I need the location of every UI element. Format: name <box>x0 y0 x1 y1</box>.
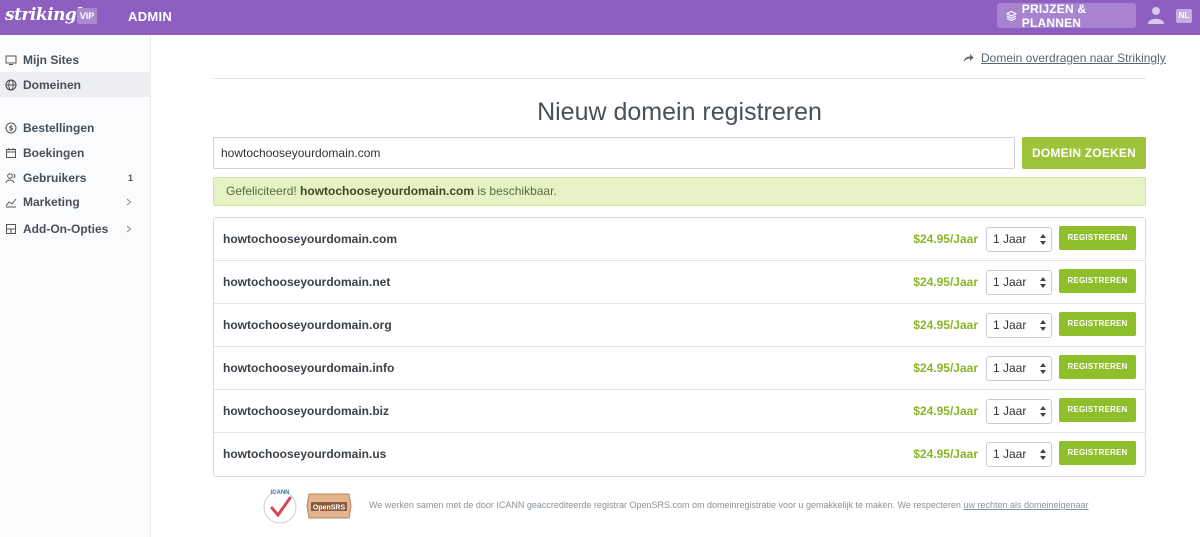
domain-result-row: howtochooseyourdomain.com $24.95/Jaar 1 … <box>214 218 1145 261</box>
layers-icon <box>1006 10 1017 21</box>
domain-price: $24.95/Jaar <box>913 404 978 418</box>
domain-price: $24.95/Jaar <box>913 447 978 461</box>
monitor-icon <box>5 54 17 66</box>
domain-price: $24.95/Jaar <box>913 275 978 289</box>
top-navbar: strikingly VIP ADMIN PRIJZEN & PLANNEN N… <box>0 0 1200 35</box>
sidebar-item-label: Marketing <box>23 194 80 209</box>
page-title: Nieuw domein registreren <box>537 98 822 126</box>
availability-suffix: is beschikbaar. <box>474 184 557 198</box>
domain-name: howtochooseyourdomain.biz <box>223 404 390 418</box>
domain-result-row: howtochooseyourdomain.net $24.95/Jaar 1 … <box>214 261 1145 304</box>
sidebar-item-domains[interactable]: Domeinen <box>0 72 150 97</box>
chevron-right-icon <box>126 198 132 205</box>
divider <box>213 78 1146 79</box>
sidebar-item-label: Domeinen <box>23 77 82 92</box>
select-arrows-icon <box>1040 406 1046 417</box>
domain-transfer-label: Domein overdragen naar Strikingly <box>981 51 1166 65</box>
share-arrow-icon <box>964 54 974 62</box>
period-select[interactable]: 1 Jaar <box>986 442 1052 467</box>
sidebar-item-label: Add-On-Opties <box>23 221 109 236</box>
calendar-icon <box>5 147 17 159</box>
sidebar-item-my-sites[interactable]: Mijn Sites <box>0 47 150 72</box>
select-arrows-icon <box>1040 277 1046 288</box>
availability-prefix: Gefeliciteerd! <box>226 184 301 198</box>
domain-name: howtochooseyourdomain.org <box>223 318 392 332</box>
register-button[interactable]: REGISTREREN <box>1059 312 1136 336</box>
period-select-value: 1 Jaar <box>993 404 1027 418</box>
pricing-plans-label: PRIJZEN & PLANNEN <box>1021 1 1087 30</box>
domain-result-row: howtochooseyourdomain.us $24.95/Jaar 1 J… <box>214 433 1145 476</box>
sidebar-item-label: Bestellingen <box>23 120 95 135</box>
domain-price: $24.95/Jaar <box>913 232 978 246</box>
sidebar: Mijn Sites Domeinen $ Bestellingen Boeki… <box>0 35 151 537</box>
period-select[interactable]: 1 Jaar <box>986 270 1052 295</box>
dollar-circle-icon: $ <box>5 122 17 134</box>
period-select-value: 1 Jaar <box>993 447 1027 461</box>
user-avatar-icon[interactable] <box>1148 6 1164 24</box>
domain-name: howtochooseyourdomain.com <box>223 232 398 246</box>
domain-transfer-link[interactable]: Domein overdragen naar Strikingly <box>963 51 1166 65</box>
vip-badge: VIP <box>77 8 97 24</box>
opensrs-logo: OpenSRS <box>306 493 352 519</box>
sidebar-item-users[interactable]: Gebruikers 1 <box>0 165 150 190</box>
period-select-value: 1 Jaar <box>993 361 1027 375</box>
period-select[interactable]: 1 Jaar <box>986 399 1052 424</box>
select-arrows-icon <box>1040 234 1046 245</box>
svg-text:OpenSRS: OpenSRS <box>313 504 346 511</box>
sidebar-item-marketing[interactable]: Marketing <box>0 189 150 214</box>
sidebar-item-label: Boekingen <box>23 145 85 160</box>
sidebar-item-label: Mijn Sites <box>23 52 80 67</box>
domain-price: $24.95/Jaar <box>913 361 978 375</box>
users-count-badge: 1 <box>128 172 134 183</box>
domain-result-row: howtochooseyourdomain.info $24.95/Jaar 1… <box>214 347 1145 390</box>
availability-alert: Gefeliciteerd! howtochooseyourdomain.com… <box>213 177 1146 206</box>
svg-text:$: $ <box>9 124 14 132</box>
register-button[interactable]: REGISTREREN <box>1059 226 1136 250</box>
sidebar-item-bookings[interactable]: Boekingen <box>0 140 150 165</box>
admin-label[interactable]: ADMIN <box>128 9 172 24</box>
icann-logo: ICANN <box>263 490 297 524</box>
chevron-right-icon <box>126 225 132 232</box>
domain-search-input[interactable] <box>213 137 1015 169</box>
period-select[interactable]: 1 Jaar <box>986 227 1052 252</box>
domain-name: howtochooseyourdomain.net <box>223 275 391 289</box>
domain-result-row: howtochooseyourdomain.biz $24.95/Jaar 1 … <box>214 390 1145 433</box>
register-button[interactable]: REGISTREREN <box>1059 269 1136 293</box>
period-select-value: 1 Jaar <box>993 318 1027 332</box>
globe-icon <box>5 79 17 91</box>
sidebar-item-addons[interactable]: Add-On-Opties <box>0 216 150 241</box>
period-select[interactable]: 1 Jaar <box>986 313 1052 338</box>
domain-result-row: howtochooseyourdomain.org $24.95/Jaar 1 … <box>214 304 1145 347</box>
sidebar-item-label: Gebruikers <box>23 170 87 185</box>
domain-name: howtochooseyourdomain.us <box>223 447 387 461</box>
registrar-note-text: We werken samen met de door ICANN geaccr… <box>369 500 964 510</box>
period-select[interactable]: 1 Jaar <box>986 356 1052 381</box>
pricing-plans-button[interactable]: PRIJZEN & PLANNEN <box>997 1 1136 30</box>
register-button[interactable]: REGISTREREN <box>1059 398 1136 422</box>
select-arrows-icon <box>1040 320 1046 331</box>
availability-domain: howtochooseyourdomain.com <box>300 184 475 198</box>
domain-name: howtochooseyourdomain.info <box>223 361 395 375</box>
select-arrows-icon <box>1040 449 1046 460</box>
select-arrows-icon <box>1040 363 1046 374</box>
domain-results-list: howtochooseyourdomain.com $24.95/Jaar 1 … <box>213 217 1146 477</box>
domain-price: $24.95/Jaar <box>913 318 978 332</box>
users-icon <box>5 172 17 184</box>
chart-icon <box>5 196 17 208</box>
domain-owner-rights-link[interactable]: uw rechten als domeineigenaar <box>963 500 1088 510</box>
domain-search-button[interactable]: DOMEIN ZOEKEN <box>1022 137 1146 169</box>
addon-icon <box>5 223 17 235</box>
register-button[interactable]: REGISTREREN <box>1059 355 1136 379</box>
register-button[interactable]: REGISTREREN <box>1059 441 1136 465</box>
registrar-note: We werken samen met de door ICANN geaccr… <box>369 500 1089 510</box>
period-select-value: 1 Jaar <box>993 232 1027 246</box>
language-selector[interactable]: NL <box>1176 9 1192 23</box>
svg-text:ICANN: ICANN <box>271 490 290 496</box>
period-select-value: 1 Jaar <box>993 275 1027 289</box>
sidebar-item-orders[interactable]: $ Bestellingen <box>0 115 150 140</box>
